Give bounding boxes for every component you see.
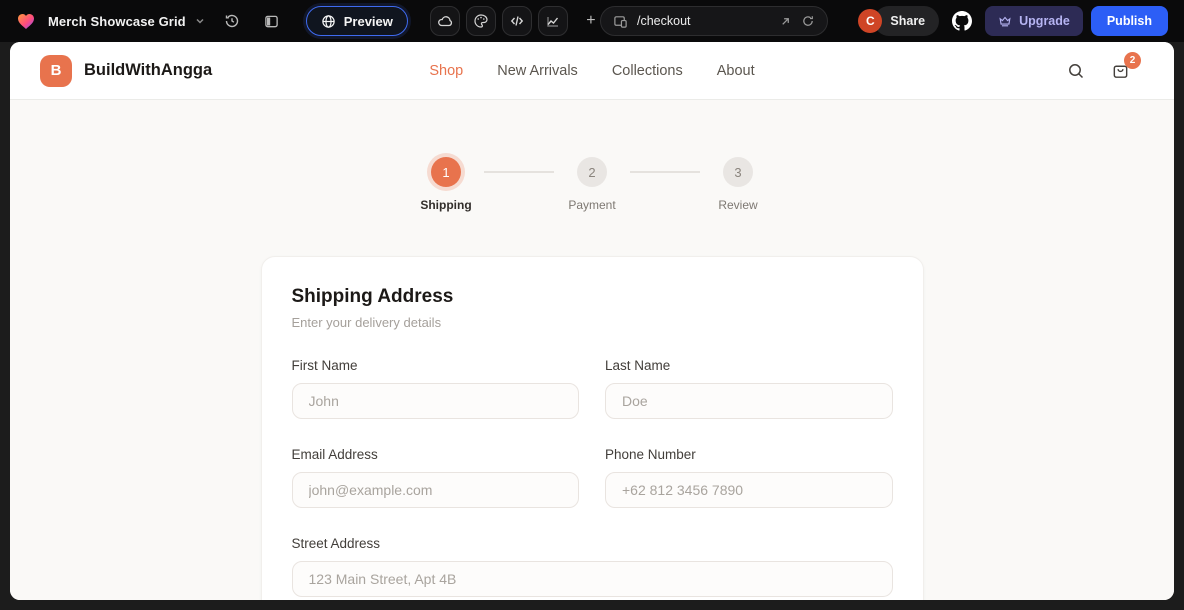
shipping-form: First Name Last Name Email Address Phone…: [291, 358, 893, 597]
step-review[interactable]: 3 Review: [706, 157, 770, 212]
preview-button-label: Preview: [343, 13, 393, 29]
last-name-label: Last Name: [605, 358, 671, 373]
first-name-field: First Name: [291, 358, 579, 419]
history-icon[interactable]: [218, 7, 246, 35]
nav-shop[interactable]: Shop: [429, 63, 463, 79]
analytics-icon[interactable]: [537, 6, 568, 36]
code-icon[interactable]: [501, 6, 532, 36]
chevron-down-icon[interactable]: [194, 15, 206, 27]
phone-field: Phone Number: [605, 447, 893, 508]
upgrade-button-label: Upgrade: [1019, 14, 1070, 28]
panel-icon[interactable]: [258, 7, 286, 35]
card-subtitle: Enter your delivery details: [291, 315, 442, 330]
step-label: Review: [718, 198, 758, 212]
step-circle[interactable]: 1: [431, 157, 461, 187]
step-payment[interactable]: 2 Payment: [560, 157, 624, 212]
url-bar[interactable]: /checkout: [600, 6, 828, 36]
email-input[interactable]: [291, 472, 579, 508]
phone-label: Phone Number: [605, 447, 696, 462]
refresh-icon[interactable]: [801, 14, 815, 28]
phone-input[interactable]: [605, 472, 893, 508]
brand-logo: B: [40, 54, 72, 87]
step-circle[interactable]: 2: [577, 157, 607, 187]
preview-frame: B BuildWithAngga Shop New Arrivals Colle…: [0, 42, 1184, 610]
first-name-label: First Name: [291, 358, 358, 373]
shipping-address-card: Shipping Address Enter your delivery det…: [260, 256, 924, 600]
crown-icon: [998, 14, 1012, 28]
email-label: Email Address: [291, 447, 378, 462]
cart-icon[interactable]: 2: [1111, 52, 1141, 80]
app-logo-icon[interactable]: [16, 11, 36, 31]
builder-toolbar: Merch Showcase Grid Preview + /checkout …: [0, 0, 1184, 42]
step-connector: [484, 171, 554, 173]
globe-icon: [321, 14, 336, 29]
street-address-label: Street Address: [291, 536, 381, 551]
upgrade-button[interactable]: Upgrade: [985, 6, 1083, 36]
github-icon[interactable]: [947, 6, 977, 36]
nav-collections[interactable]: Collections: [612, 63, 683, 79]
url-path[interactable]: /checkout: [637, 14, 770, 28]
checkout-page: 1 Shipping 2 Payment 3 Review Shipping A…: [10, 100, 1174, 600]
checkout-stepper: 1 Shipping 2 Payment 3 Review: [414, 157, 770, 212]
open-external-icon[interactable]: [779, 15, 792, 28]
share-button[interactable]: Share: [874, 6, 940, 36]
last-name-field: Last Name: [605, 358, 893, 419]
first-name-input[interactable]: [291, 383, 579, 419]
search-icon[interactable]: [1067, 62, 1085, 80]
nav-about[interactable]: About: [717, 63, 755, 79]
step-label: Shipping: [420, 198, 472, 212]
card-title: Shipping Address: [291, 286, 454, 307]
last-name-input[interactable]: [605, 383, 893, 419]
cart-badge: 2: [1124, 52, 1141, 69]
preview-window: B BuildWithAngga Shop New Arrivals Colle…: [10, 42, 1174, 600]
site-brand[interactable]: B BuildWithAngga: [40, 54, 213, 87]
step-connector: [630, 171, 700, 173]
preview-button[interactable]: Preview: [305, 6, 408, 36]
device-icon[interactable]: [613, 14, 628, 29]
step-shipping[interactable]: 1 Shipping: [414, 157, 478, 212]
step-circle[interactable]: 3: [723, 157, 753, 187]
publish-button[interactable]: Publish: [1090, 6, 1168, 36]
brand-name: BuildWithAngga: [84, 61, 213, 79]
cloud-icon[interactable]: [429, 6, 460, 36]
site-nav: Shop New Arrivals Collections About: [429, 42, 754, 99]
nav-new-arrivals[interactable]: New Arrivals: [497, 63, 578, 79]
email-field: Email Address: [291, 447, 579, 508]
project-name[interactable]: Merch Showcase Grid: [48, 14, 186, 29]
palette-icon[interactable]: [465, 6, 496, 36]
street-address-input[interactable]: [291, 561, 893, 597]
street-address-field: Street Address: [291, 536, 893, 597]
site-header: B BuildWithAngga Shop New Arrivals Colle…: [10, 42, 1174, 100]
step-label: Payment: [568, 198, 616, 212]
